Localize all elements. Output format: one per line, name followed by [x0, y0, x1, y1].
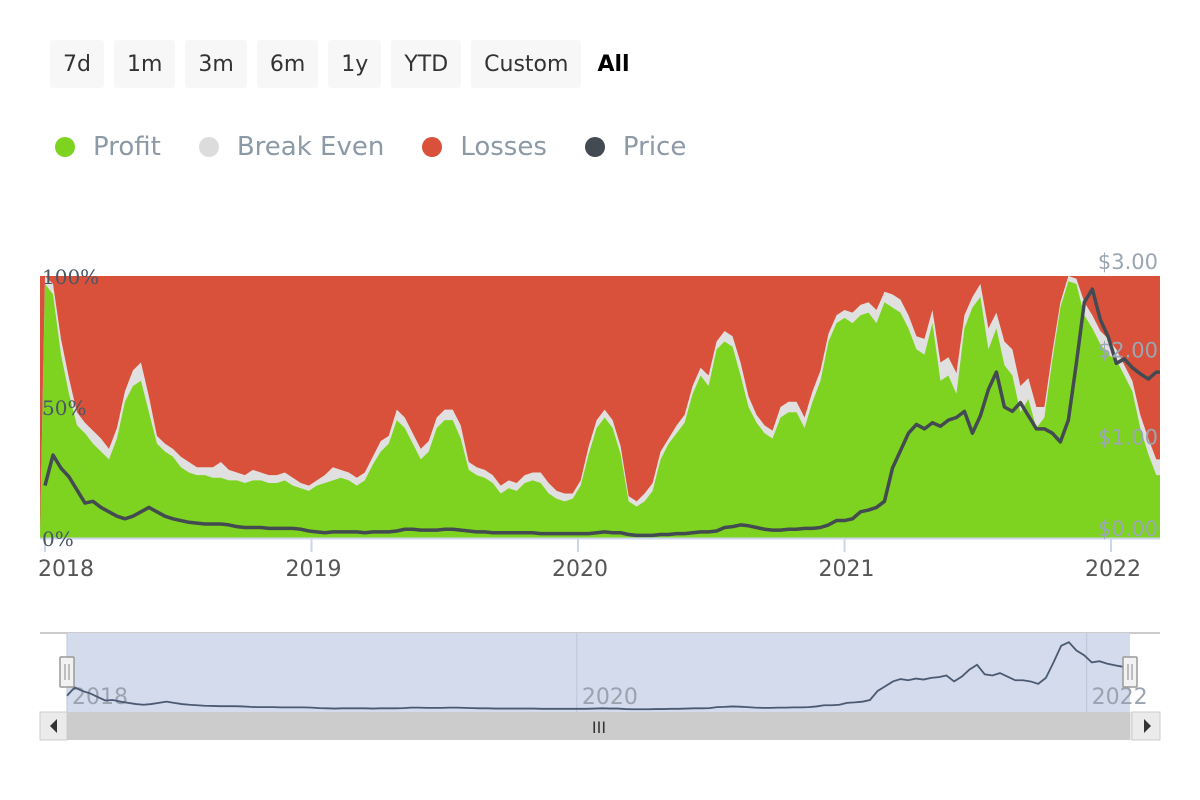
- scroll-right-button[interactable]: [1131, 711, 1161, 741]
- y-left-tick-label: 0%: [42, 527, 74, 551]
- x-tick-label: 2021: [819, 557, 875, 582]
- y-left-tick-label: 50%: [42, 396, 86, 420]
- y-right-tick-label: $3.00: [1098, 250, 1158, 274]
- navigator-tick-label: 2020: [582, 685, 638, 710]
- y-right-tick-label: $2.00: [1098, 338, 1158, 362]
- scroll-left-button[interactable]: [39, 711, 68, 741]
- x-tick-label: 2019: [286, 557, 342, 582]
- handle-box[interactable]: [1122, 656, 1138, 688]
- x-tick-label: 2022: [1085, 557, 1141, 582]
- y-right-tick-label: $1.00: [1098, 426, 1158, 450]
- navigator-tick-label: 2022: [1092, 685, 1148, 710]
- main-chart[interactable]: 2018 2019 2020 2021 2022 0% 50% 100% $0.00 $1.0…: [0, 0, 1200, 800]
- navigator-right-handle[interactable]: [1122, 656, 1138, 688]
- scrollbar-grip-icon: III: [592, 718, 606, 737]
- y-right-tick-label: $0.00: [1098, 517, 1158, 541]
- x-tick-label: 2020: [552, 557, 608, 582]
- handle-box[interactable]: [59, 656, 75, 688]
- navigator-left-handle[interactable]: [59, 656, 75, 688]
- y-left-tick-label: 100%: [42, 265, 99, 289]
- x-tick-label: 2018: [38, 557, 94, 582]
